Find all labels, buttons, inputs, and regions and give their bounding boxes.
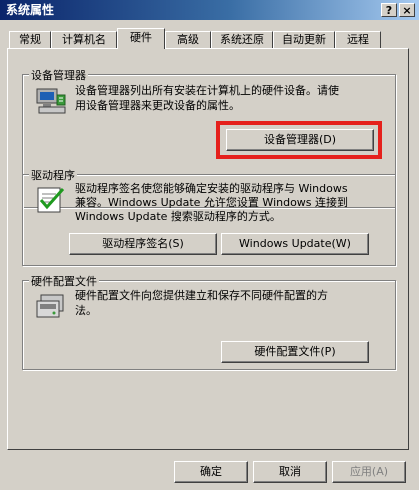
- tab-panel-hardware: 设备管理器 设备管理器列出所有安装在计算机上的硬件设备。请使 用设备管理器来更改…: [7, 48, 409, 450]
- device-manager-description-line2: 用设备管理器来更改设备的属性。: [75, 99, 240, 112]
- cancel-button[interactable]: 取消: [253, 461, 327, 483]
- driver-signing-button[interactable]: 驱动程序签名(S): [69, 233, 217, 255]
- title-bar[interactable]: 系统属性 ? ×: [0, 0, 419, 20]
- device-manager-group-title: 设备管理器: [29, 67, 88, 83]
- tab-computer-name[interactable]: 计算机名: [51, 31, 117, 48]
- apply-button[interactable]: 应用(A): [332, 461, 406, 483]
- tab-general[interactable]: 常规: [9, 31, 51, 48]
- system-properties-window: 系统属性 ? × 常规 计算机名 硬件 高级 系统还原 自动更新 远程 设备管理…: [0, 0, 419, 490]
- drivers-description-line2: 兼容。Windows Update 允许您设置 Windows 连接到: [75, 196, 349, 209]
- device-manager-description-line1: 设备管理器列出所有安装在计算机上的硬件设备。请使: [75, 84, 339, 97]
- hardware-profiles-group-title: 硬件配置文件: [29, 273, 99, 289]
- tab-hardware[interactable]: 硬件: [117, 28, 165, 49]
- hardware-profiles-description-line2: 法。: [75, 304, 97, 317]
- close-button[interactable]: ×: [399, 3, 415, 17]
- hardware-profiles-icon: [36, 294, 64, 318]
- hardware-profiles-group: 硬件配置文件 硬件配置文件向您提供建立和保存不同硬件配置的方 法。 硬件配置文件…: [22, 273, 396, 370]
- drivers-group: 驱动程序 驱动程序签名使您能够确定安装的驱动程序与 Windows 兼容。Win…: [22, 167, 396, 266]
- ok-button[interactable]: 确定: [174, 461, 248, 483]
- window-title: 系统属性: [6, 3, 55, 17]
- windows-update-button[interactable]: Windows Update(W): [221, 233, 369, 255]
- hardware-profiles-description-line1: 硬件配置文件向您提供建立和保存不同硬件配置的方: [75, 289, 328, 302]
- drivers-description-line1: 驱动程序签名使您能够确定安装的驱动程序与 Windows: [75, 182, 348, 195]
- drivers-group-title: 驱动程序: [29, 167, 77, 183]
- tab-automatic-updates[interactable]: 自动更新: [273, 31, 335, 48]
- device-manager-icon: [36, 88, 66, 114]
- tab-system-restore[interactable]: 系统还原: [211, 31, 273, 48]
- tab-advanced[interactable]: 高级: [165, 31, 211, 48]
- device-manager-button[interactable]: 设备管理器(D): [226, 129, 374, 151]
- hardware-profiles-button[interactable]: 硬件配置文件(P): [221, 341, 369, 363]
- driver-signing-icon: [37, 187, 65, 213]
- tab-remote[interactable]: 远程: [335, 31, 381, 48]
- drivers-description-line3: Windows Update 搜索驱动程序的方式。: [75, 210, 281, 223]
- help-button[interactable]: ?: [381, 3, 397, 17]
